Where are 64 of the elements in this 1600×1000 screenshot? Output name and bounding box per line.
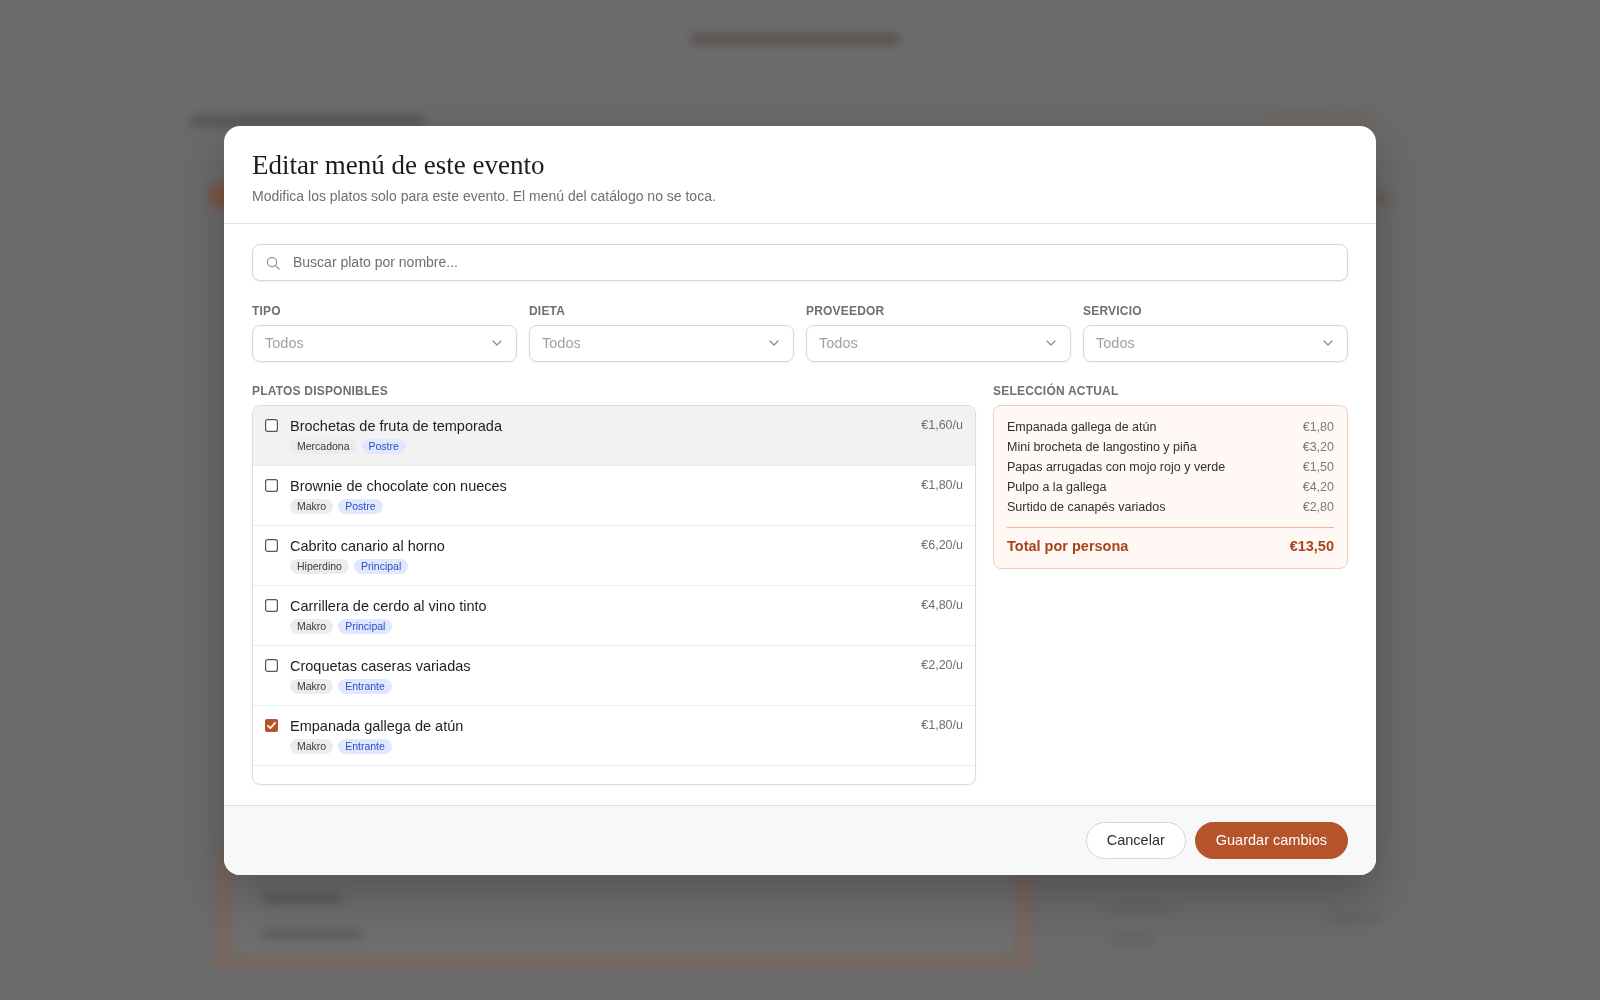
selected-dish-name: Mini brocheta de langostino y piña bbox=[1007, 438, 1197, 456]
cancel-button[interactable]: Cancelar bbox=[1085, 821, 1186, 859]
selected-dish-price: €4,20 bbox=[1302, 478, 1334, 496]
dish-name: Empanada gallega de atún bbox=[290, 716, 464, 736]
supplier-tag: Makro bbox=[290, 678, 334, 694]
dish-price: €1,80/u bbox=[921, 716, 963, 734]
dialog-title: Editar menú de este evento bbox=[252, 148, 545, 182]
section-heading: PLATOS DISPONIBLES bbox=[252, 382, 388, 399]
dish-name: Carrillera de cerdo al vino tinto bbox=[290, 596, 487, 616]
checkbox[interactable] bbox=[265, 718, 278, 732]
filter-label: DIETA bbox=[529, 302, 566, 319]
category-tag: Principal bbox=[338, 618, 393, 634]
category-tag: Entrante bbox=[338, 678, 392, 694]
supplier-tag: Makro bbox=[290, 738, 334, 754]
selected-dish-name: Papas arrugadas con mojo rojo y verde bbox=[1007, 458, 1226, 476]
supplier-tag: Mercadona bbox=[290, 438, 357, 454]
supplier-tag: Makro bbox=[290, 498, 334, 514]
dialog-subtitle: Modifica los platos solo para este evento. El menú del catálogo no se toca. bbox=[252, 186, 716, 206]
dish-name: Croquetas caseras variadas bbox=[290, 656, 471, 676]
total-label: Total por persona bbox=[1007, 536, 1129, 556]
checkbox[interactable] bbox=[265, 418, 278, 432]
category-tag: Postre bbox=[361, 438, 406, 454]
total-value: €13,50 bbox=[1289, 536, 1334, 556]
dish-price: €4,80/u bbox=[921, 596, 963, 614]
selected-dish-price: €2,80 bbox=[1302, 498, 1334, 516]
dish-name: Brownie de chocolate con nueces bbox=[290, 476, 507, 496]
selected-dish-price: €3,20 bbox=[1302, 438, 1334, 456]
selected-dish-name: Pulpo a la gallega bbox=[1007, 478, 1107, 496]
search-field[interactable]: Buscar plato por nombre... bbox=[252, 243, 1348, 281]
chevron-down-icon bbox=[1046, 340, 1056, 346]
dish-name: Cabrito canario al horno bbox=[290, 536, 445, 556]
dish-price: €1,60/u bbox=[921, 416, 963, 434]
supplier-tag: Makro bbox=[290, 618, 334, 634]
dish-price: €6,20/u bbox=[921, 536, 963, 554]
dish-row[interactable]: Cabrito canario al horno Hiperdino Principal €6,20/u bbox=[253, 525, 975, 586]
category-tag: Entrante bbox=[338, 738, 392, 754]
checkbox[interactable] bbox=[265, 478, 278, 492]
filter-label: PROVEEDOR bbox=[806, 302, 885, 319]
selected-dish-name: Empanada gallega de atún bbox=[1007, 418, 1157, 436]
dish-row[interactable]: Croquetas caseras variadas Makro Entrante €2,20/u bbox=[253, 645, 975, 706]
category-tag: Principal bbox=[353, 558, 409, 574]
filter-label: TIPO bbox=[252, 302, 281, 319]
search-icon bbox=[266, 255, 280, 270]
category-tag: Postre bbox=[338, 498, 383, 514]
supplier-tag: Hiperdino bbox=[290, 558, 349, 574]
dish-row[interactable]: Carrillera de cerdo al vino tinto Makro Principal €4,80/u bbox=[253, 585, 975, 646]
dish-row[interactable]: Brochetas de fruta de temporada Mercadona Postre €1,60/u bbox=[253, 405, 975, 466]
selected-dish-price: €1,80 bbox=[1302, 418, 1334, 436]
chevron-down-icon bbox=[492, 340, 502, 346]
chevron-down-icon bbox=[1323, 340, 1333, 346]
section-heading: SELECCIÓN ACTUAL bbox=[993, 382, 1119, 399]
dish-price: €2,20/u bbox=[921, 656, 963, 674]
dish-row[interactable]: Brownie de chocolate con nueces Makro Postre €1,80/u bbox=[253, 465, 975, 526]
dish-name: Brochetas de fruta de temporada bbox=[290, 416, 502, 436]
dish-price: €1,80/u bbox=[921, 476, 963, 494]
selected-dish-price: €1,50 bbox=[1302, 458, 1334, 476]
dish-row[interactable]: Empanada gallega de atún Makro Entrante €1,80/u bbox=[253, 705, 975, 766]
save-button[interactable]: Guardar cambios bbox=[1194, 821, 1348, 859]
checkbox[interactable] bbox=[265, 598, 278, 612]
checkbox[interactable] bbox=[265, 658, 278, 672]
checkbox[interactable] bbox=[265, 538, 278, 552]
filter-label: SERVICIO bbox=[1083, 302, 1142, 319]
chevron-down-icon bbox=[769, 340, 779, 346]
selected-dish-name: Surtido de canapés variados bbox=[1007, 498, 1166, 516]
